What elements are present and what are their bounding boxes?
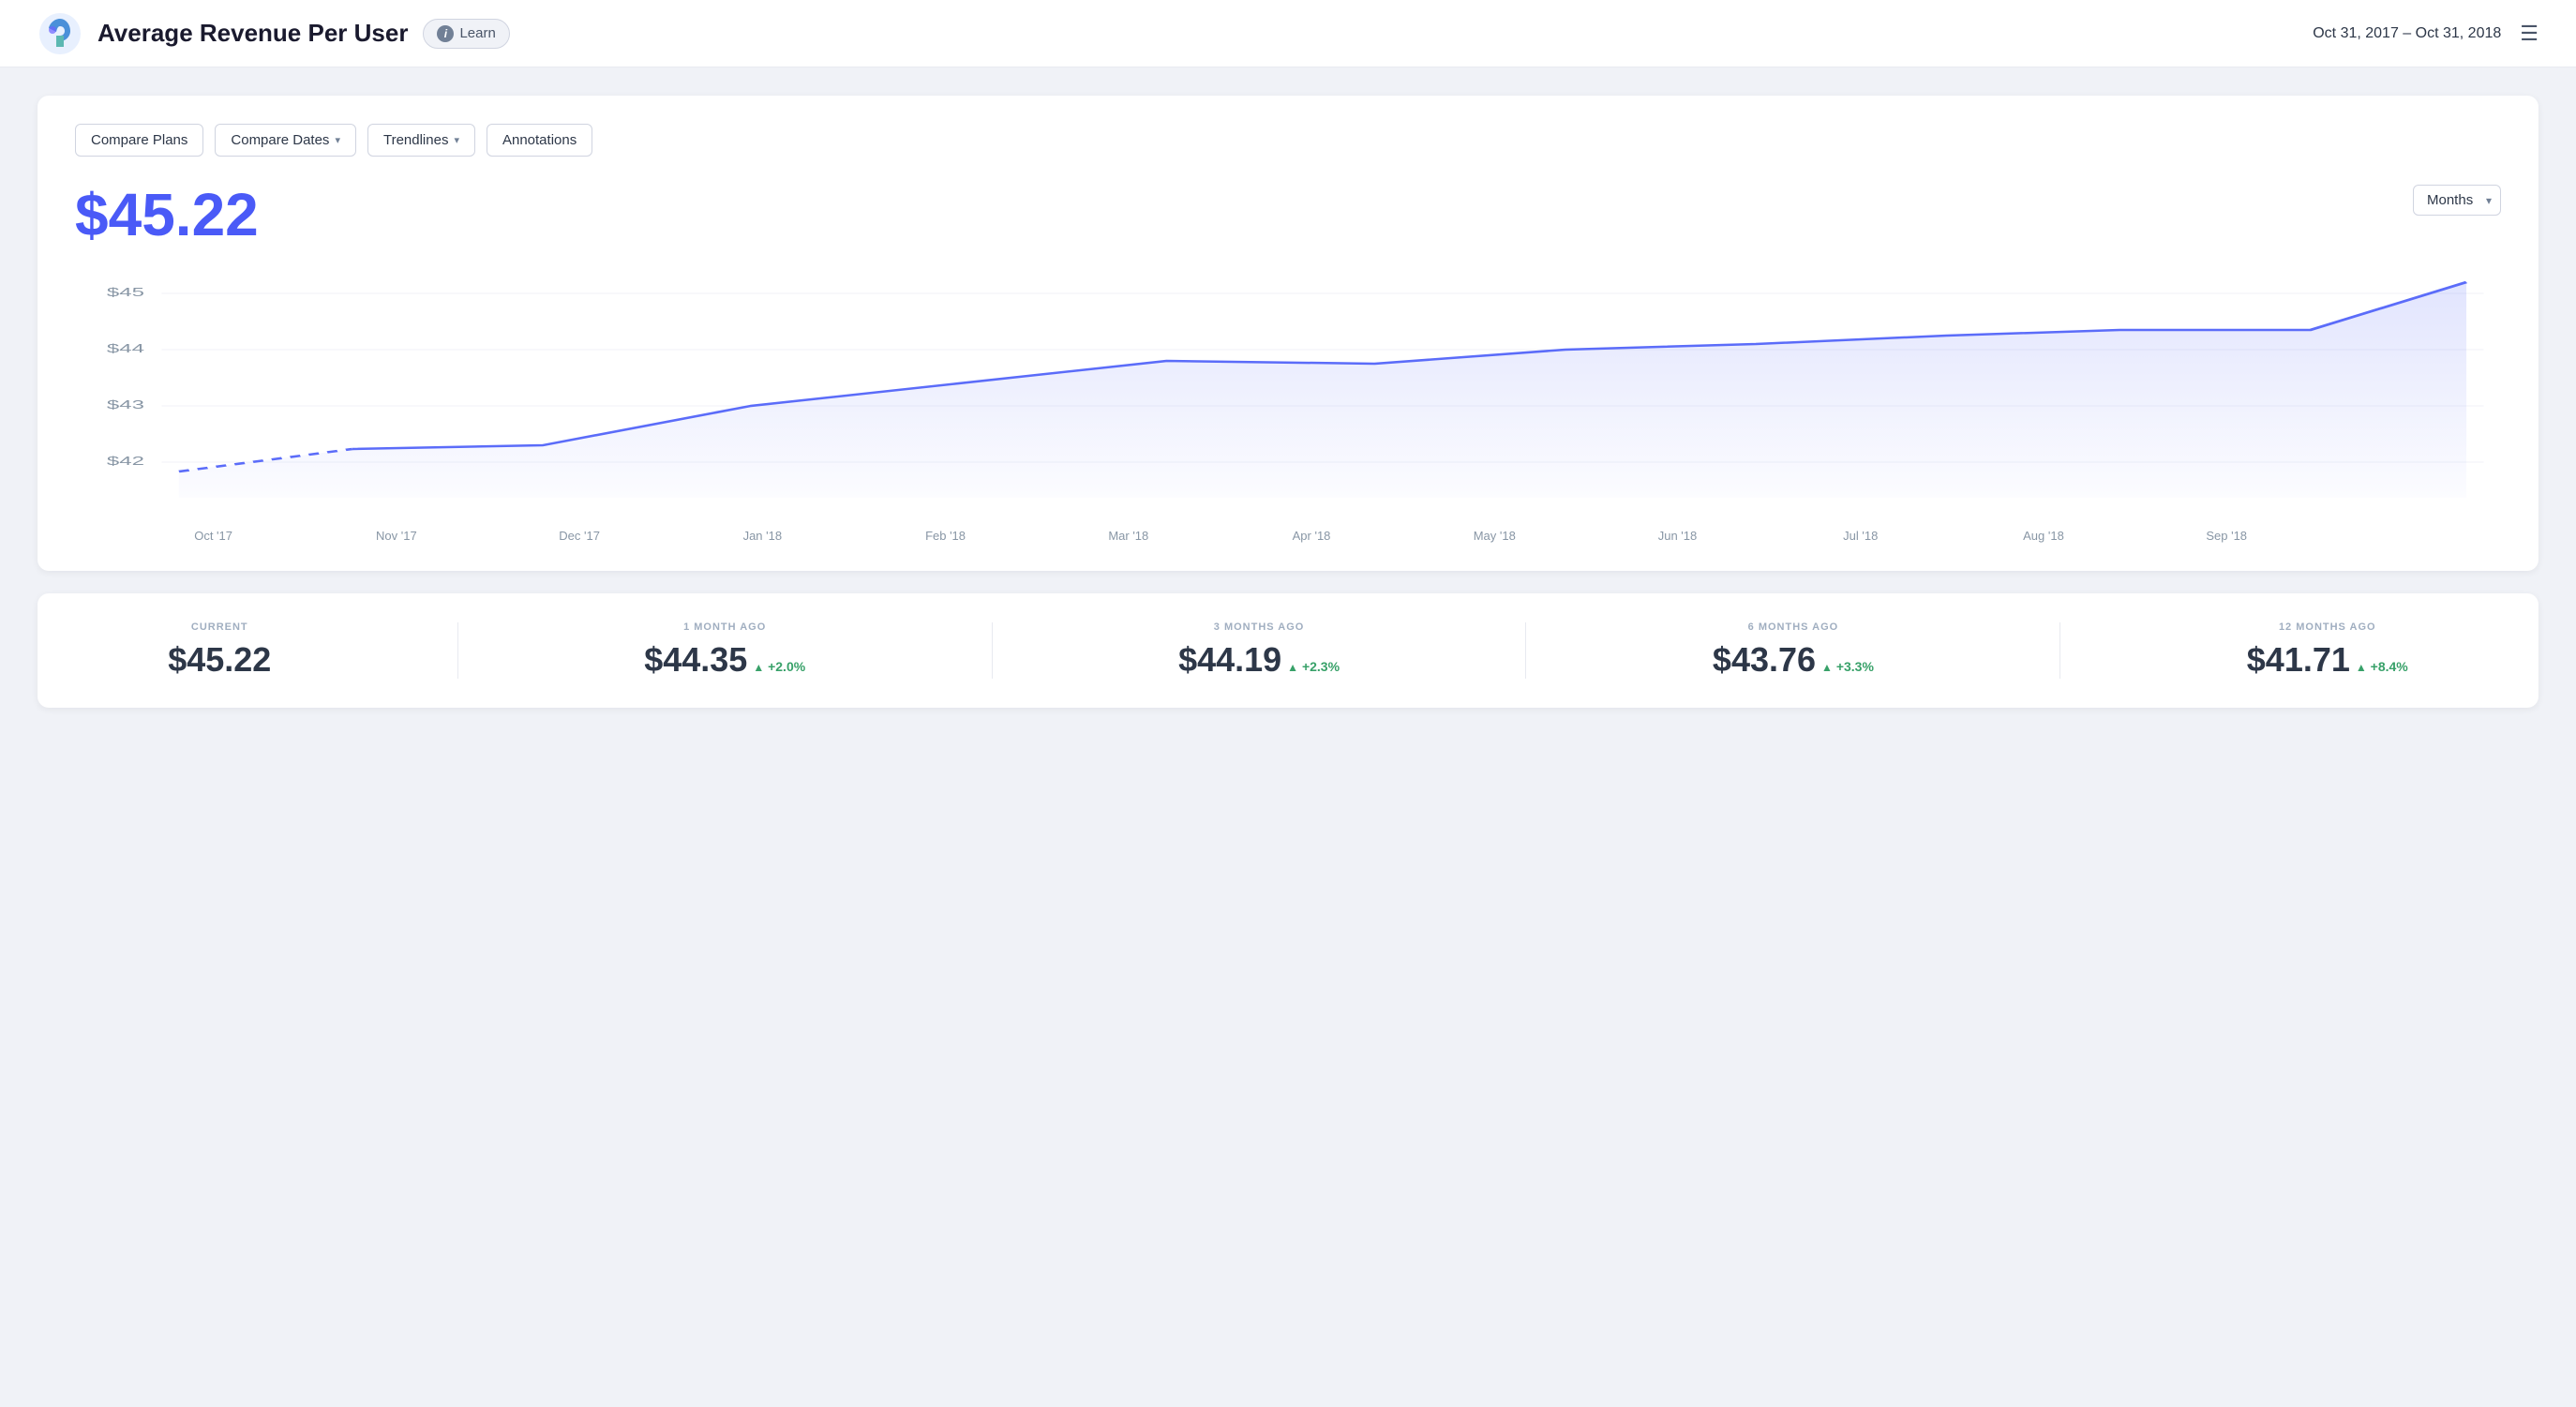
stat-3months-label: 3 MONTHS AGO	[1178, 621, 1340, 633]
stat-current-label: CURRENT	[168, 621, 271, 633]
info-icon: i	[437, 25, 454, 42]
compare-dates-button[interactable]: Compare Dates ▾	[215, 124, 356, 157]
x-label: Aug '18	[1952, 529, 2134, 543]
x-label: Jan '18	[671, 529, 854, 543]
x-label: Oct '17	[122, 529, 305, 543]
svg-text:$42: $42	[107, 455, 144, 468]
svg-text:$43: $43	[107, 398, 144, 412]
x-label: Sep '18	[2135, 529, 2318, 543]
stat-1month-value: $44.35	[644, 640, 747, 680]
x-label: Jun '18	[1586, 529, 1769, 543]
main-metric-value: $45.22	[75, 185, 259, 245]
annotations-button[interactable]: Annotations	[487, 124, 592, 157]
stat-1month-change: ▲ +2.0%	[753, 659, 805, 674]
x-label: Jul '18	[1769, 529, 1952, 543]
stat-12months-change: ▲ +8.4%	[2356, 659, 2408, 674]
stat-12months-label: 12 MONTHS AGO	[2247, 621, 2408, 633]
stat-12months: 12 MONTHS AGO $41.71 ▲ +8.4%	[2247, 621, 2408, 680]
stat-3months: 3 MONTHS AGO $44.19 ▲ +2.3%	[1178, 621, 1340, 680]
svg-text:$45: $45	[107, 286, 144, 299]
x-label: Apr '18	[1220, 529, 1402, 543]
chevron-down-icon: ▾	[335, 134, 340, 146]
chart-container: $45 $44 $43 $42 Oct '17 No	[75, 254, 2501, 543]
stat-3months-value: $44.19	[1178, 640, 1281, 680]
page-title: Average Revenue Per User	[97, 19, 408, 48]
granularity-select[interactable]: Months Weeks Days	[2413, 185, 2501, 216]
stat-divider	[992, 622, 993, 679]
x-axis-labels: Oct '17 Nov '17 Dec '17 Jan '18 Feb '18 …	[75, 521, 2501, 543]
header: Average Revenue Per User i Learn Oct 31,…	[0, 0, 2576, 67]
x-label: May '18	[1403, 529, 1586, 543]
stat-6months-label: 6 MONTHS AGO	[1713, 621, 1874, 633]
stat-6months-value: $43.76	[1713, 640, 1816, 680]
chart-svg: $45 $44 $43 $42	[75, 254, 2501, 516]
svg-text:$44: $44	[107, 342, 144, 355]
granularity-wrapper: Months Weeks Days	[2413, 185, 2501, 216]
stat-divider	[1525, 622, 1526, 679]
compare-plans-button[interactable]: Compare Plans	[75, 124, 203, 157]
menu-icon[interactable]: ☰	[2520, 22, 2539, 46]
stat-divider	[2059, 622, 2060, 679]
x-label: Feb '18	[854, 529, 1037, 543]
x-label: Dec '17	[487, 529, 670, 543]
x-label	[2318, 529, 2501, 543]
chevron-down-icon: ▾	[454, 134, 459, 146]
learn-button[interactable]: i Learn	[423, 19, 509, 49]
stat-current-value: $45.22	[168, 640, 271, 680]
main-content: Compare Plans Compare Dates ▾ Trendlines…	[0, 67, 2576, 736]
stat-6months: 6 MONTHS AGO $43.76 ▲ +3.3%	[1713, 621, 1874, 680]
stat-6months-change: ▲ +3.3%	[1821, 659, 1874, 674]
toolbar: Compare Plans Compare Dates ▾ Trendlines…	[75, 124, 2501, 157]
logo-icon	[37, 11, 82, 56]
date-range: Oct 31, 2017 – Oct 31, 2018	[2313, 25, 2501, 42]
stat-1month-label: 1 MONTH AGO	[644, 621, 805, 633]
header-right: Oct 31, 2017 – Oct 31, 2018 ☰	[2313, 22, 2539, 46]
stats-row: CURRENT $45.22 1 MONTH AGO $44.35 ▲ +2.0…	[37, 593, 2539, 708]
trendlines-button[interactable]: Trendlines ▾	[367, 124, 475, 157]
stat-divider	[457, 622, 458, 679]
x-label: Nov '17	[305, 529, 487, 543]
x-label: Mar '18	[1037, 529, 1220, 543]
chart-header: $45.22 Months Weeks Days	[75, 185, 2501, 245]
stat-12months-value: $41.71	[2247, 640, 2350, 680]
learn-label: Learn	[459, 25, 495, 41]
stat-3months-change: ▲ +2.3%	[1287, 659, 1340, 674]
stat-1month: 1 MONTH AGO $44.35 ▲ +2.0%	[644, 621, 805, 680]
chart-card: Compare Plans Compare Dates ▾ Trendlines…	[37, 96, 2539, 571]
stat-current: CURRENT $45.22	[168, 621, 271, 680]
